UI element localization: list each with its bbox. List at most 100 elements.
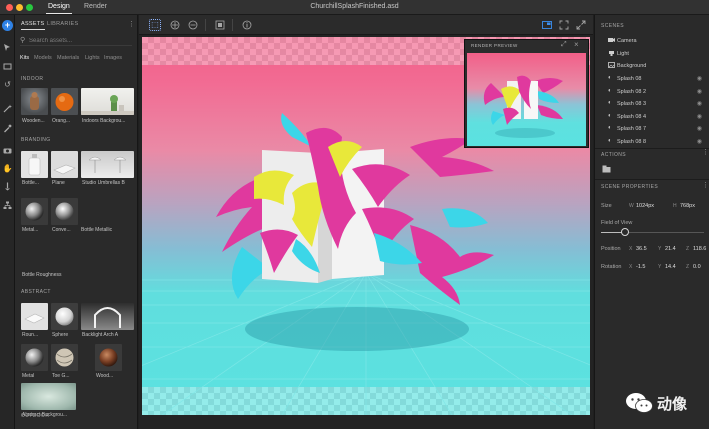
more-options-icon[interactable]: ⋮ bbox=[702, 181, 709, 189]
search-input[interactable] bbox=[29, 36, 129, 45]
light-icon bbox=[608, 50, 615, 58]
asset-label: Studio Umbrellas B bbox=[82, 180, 125, 186]
hierarchy-icon[interactable] bbox=[2, 200, 13, 211]
fullscreen-icon[interactable] bbox=[575, 19, 587, 31]
asset-tile[interactable]: Bottle Metallic bbox=[81, 198, 134, 236]
eyedropper-icon[interactable] bbox=[2, 123, 13, 134]
asset-tile[interactable]: Wooden... bbox=[21, 88, 48, 128]
close-icon[interactable]: × bbox=[574, 40, 579, 49]
scene-item[interactable]: Camera bbox=[595, 35, 709, 47]
render-preview-image bbox=[467, 53, 586, 146]
document-title: ChurchillSplashFinished.asd bbox=[310, 3, 399, 10]
frame-icon[interactable] bbox=[2, 61, 13, 72]
rotation-label: Rotation bbox=[601, 264, 622, 270]
position-z-input[interactable]: 118.6 bbox=[693, 246, 706, 252]
hand-icon[interactable]: ✋ bbox=[2, 163, 13, 174]
filter-lights[interactable]: Lights bbox=[85, 55, 100, 61]
marquee-select-icon[interactable]: ⬚ bbox=[149, 19, 161, 31]
more-options-icon[interactable]: ⋮ bbox=[702, 148, 709, 156]
asset-label: Bottle Roughness bbox=[22, 272, 62, 278]
asset-label: Toe G... bbox=[52, 373, 70, 379]
rotation-z-axis: Z bbox=[686, 264, 690, 270]
filter-materials[interactable]: Materials bbox=[57, 55, 79, 61]
render-view-icon[interactable] bbox=[541, 19, 553, 31]
asset-label: Backlight Arch A bbox=[82, 332, 119, 338]
fit-icon[interactable] bbox=[558, 19, 570, 31]
position-y-input[interactable]: 21.4 bbox=[665, 246, 676, 252]
scene-item[interactable]: ◐ Splash 08 ◉ bbox=[595, 73, 709, 85]
asset-tile[interactable]: Studio Umbrellas B bbox=[81, 151, 134, 189]
visibility-icon[interactable]: ◉ bbox=[697, 75, 702, 82]
asset-thumbnail bbox=[95, 344, 122, 371]
move-icon[interactable] bbox=[169, 19, 181, 31]
main-canvas-area: ⬚ RENDER PREVIEW ⤢ × bbox=[139, 15, 593, 429]
visibility-icon[interactable]: ◉ bbox=[697, 100, 702, 107]
select-icon[interactable] bbox=[2, 42, 13, 53]
scene-item[interactable]: Background bbox=[595, 60, 709, 72]
toolbar-divider bbox=[205, 19, 206, 31]
filter-models[interactable]: Models bbox=[34, 55, 52, 61]
scene-item[interactable]: ◐ Splash 08 4 ◉ bbox=[595, 111, 709, 123]
height-input[interactable]: 768px bbox=[680, 203, 695, 209]
asset-tile[interactable]: Bottle Roughness bbox=[21, 245, 61, 281]
tab-libraries[interactable]: LIBRARIES bbox=[47, 21, 78, 27]
visibility-icon[interactable]: ◉ bbox=[697, 113, 702, 120]
asset-tile[interactable]: Plane bbox=[51, 151, 78, 189]
asset-thumbnail bbox=[51, 198, 78, 225]
asset-tile[interactable]: Backlight Arch A bbox=[81, 303, 134, 341]
visibility-icon[interactable]: ◉ bbox=[697, 125, 702, 132]
filter-kits[interactable]: Kits bbox=[20, 55, 29, 61]
toolbar-divider bbox=[232, 19, 233, 31]
scene-item-label: Camera bbox=[617, 38, 637, 44]
snap-icon[interactable] bbox=[214, 19, 226, 31]
scene-item-label: Splash 08 8 bbox=[617, 139, 647, 145]
asset-thumbnail bbox=[21, 344, 48, 371]
asset-tile[interactable]: Wood... bbox=[95, 344, 122, 382]
filter-images[interactable]: Images bbox=[104, 55, 122, 61]
visibility-icon[interactable]: ◉ bbox=[697, 88, 702, 95]
fov-slider-thumb[interactable] bbox=[620, 228, 629, 236]
asset-tile[interactable]: Bottle... bbox=[21, 151, 48, 189]
scene-item[interactable]: ◐ Splash 08 2 ◉ bbox=[595, 86, 709, 98]
asset-tile[interactable]: Conve... bbox=[51, 198, 78, 236]
more-options-icon[interactable]: ⋮ bbox=[128, 20, 135, 28]
rotation-y-input[interactable]: 14.4 bbox=[665, 264, 676, 270]
fov-slider-track[interactable] bbox=[601, 232, 704, 233]
position-z-axis: Z bbox=[686, 246, 690, 252]
tab-assets[interactable]: ASSETS bbox=[21, 21, 45, 30]
asset-tile[interactable]: Orang... bbox=[51, 88, 78, 128]
rotation-x-input[interactable]: -1.5 bbox=[636, 264, 645, 270]
magic-wand-icon[interactable] bbox=[2, 103, 13, 114]
undo-icon[interactable]: ↺ bbox=[2, 79, 13, 90]
scene-item[interactable]: Light bbox=[595, 48, 709, 60]
scene-item[interactable]: ◐ Splash 08 7 ◉ bbox=[595, 123, 709, 135]
asset-label: Sphere bbox=[52, 332, 69, 338]
camera-icon[interactable] bbox=[2, 145, 13, 156]
asset-tile[interactable]: Roun... bbox=[21, 303, 48, 341]
search-icon: ⚲ bbox=[20, 37, 26, 44]
object-shadow bbox=[245, 307, 469, 351]
asset-thumbnail bbox=[21, 198, 48, 225]
scene-item[interactable]: ◐ Splash 08 8 ◉ bbox=[595, 136, 709, 148]
asset-tile[interactable]: Sphere bbox=[51, 303, 78, 341]
drop-icon[interactable] bbox=[2, 181, 13, 192]
section-abstract: ABSTRACT bbox=[21, 289, 51, 295]
visibility-icon[interactable]: ◉ bbox=[697, 138, 702, 145]
asset-tile[interactable]: Metal bbox=[21, 344, 48, 382]
asset-tile[interactable]: Indoors Backgrou... bbox=[81, 88, 134, 128]
width-axis-label: W bbox=[629, 203, 634, 209]
rotation-z-input[interactable]: 0.0 bbox=[693, 264, 701, 270]
asset-label: Metal... bbox=[22, 227, 39, 233]
rotate-icon[interactable] bbox=[187, 19, 199, 31]
expand-icon[interactable]: ⤢ bbox=[561, 41, 567, 49]
add-icon[interactable]: + bbox=[2, 20, 13, 31]
asset-tile[interactable]: Metal... bbox=[21, 198, 48, 236]
render-preview-panel[interactable]: RENDER PREVIEW ⤢ × bbox=[464, 39, 589, 148]
info-icon[interactable] bbox=[241, 19, 253, 31]
position-x-input[interactable]: 36.5 bbox=[636, 246, 647, 252]
width-input[interactable]: 1024px bbox=[636, 203, 654, 209]
group-action-icon[interactable] bbox=[602, 165, 611, 175]
scene-item[interactable]: ◐ Splash 08 3 ◉ bbox=[595, 98, 709, 110]
asset-tile[interactable]: Toe G... bbox=[51, 344, 78, 382]
asset-label: Conve... bbox=[52, 227, 71, 233]
